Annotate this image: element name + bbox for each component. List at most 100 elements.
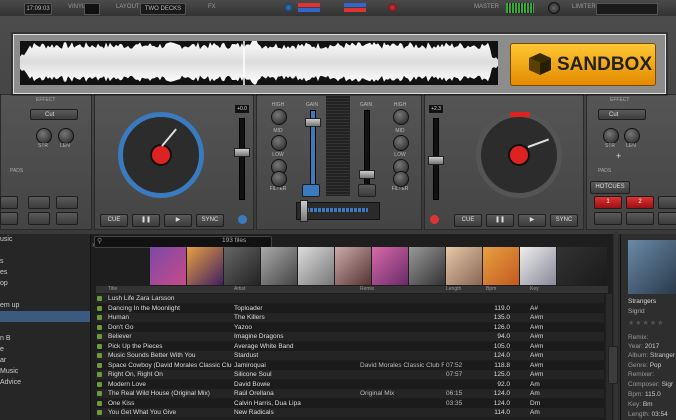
left-sync-button[interactable]: SYNC <box>196 214 224 227</box>
master-knob[interactable] <box>548 2 560 14</box>
table-row[interactable]: The Real Wild House (Original Mix) Raúl O… <box>96 389 604 398</box>
sandbox-button[interactable]: SANDBOX <box>510 43 656 86</box>
column-header-bpm[interactable]: Bpm <box>486 286 496 293</box>
left-pad-c[interactable] <box>56 196 78 209</box>
sidebar-item[interactable]: op <box>0 278 90 289</box>
album-cover[interactable] <box>187 247 223 285</box>
crossfader-handle[interactable] <box>300 200 308 222</box>
waveform-display[interactable] <box>20 39 498 85</box>
table-row[interactable]: Space Cowboy (David Morales Classic Club… <box>96 360 604 370</box>
left-pad-a[interactable] <box>0 196 18 209</box>
right-pitch-fader[interactable] <box>428 156 444 165</box>
album-cover[interactable] <box>335 247 371 285</box>
sidebar-item[interactable]: Music <box>0 366 90 377</box>
column-header-key[interactable]: Key <box>530 286 539 293</box>
left-play-button[interactable]: ▶ <box>164 214 192 227</box>
right-cue-button[interactable]: CUE <box>454 214 482 227</box>
panel-splitter[interactable] <box>614 232 618 420</box>
table-row[interactable]: Don't Go Yazoo 126.0 A#m <box>96 322 604 332</box>
sidebar-item[interactable] <box>0 245 90 256</box>
track-file-icon <box>97 400 102 406</box>
sidebar-item[interactable] <box>0 322 90 333</box>
column-header-artist[interactable]: Artist <box>234 286 245 293</box>
right-add-effect-icon[interactable]: + <box>616 151 621 161</box>
left-deck-select-icon[interactable] <box>238 215 247 224</box>
album-cover[interactable] <box>298 247 334 285</box>
album-cover[interactable] <box>261 247 297 285</box>
right-pause-button[interactable]: ❚❚ <box>486 214 514 227</box>
folder-view-icon[interactable] <box>94 252 144 282</box>
left-cue-button[interactable]: CUE <box>100 214 128 227</box>
table-row[interactable]: Believer Imagine Dragons 94.0 A#m <box>96 332 604 341</box>
right-sync-button[interactable]: SYNC <box>550 214 578 227</box>
sidebar-item[interactable]: n B <box>0 333 90 344</box>
left-filter-knob[interactable] <box>271 171 287 187</box>
table-row[interactable]: Dancing In the Moonlight Toploader 119.0 A# <box>96 303 604 313</box>
sidebar-item[interactable] <box>0 289 90 300</box>
sidebar-item[interactable]: em up <box>0 300 90 311</box>
left-effect-select[interactable]: Cut <box>30 109 78 120</box>
table-row[interactable]: Music Sounds Better With You Stardust 124.… <box>96 351 604 360</box>
right-effect-select[interactable]: Cut <box>598 109 646 120</box>
sidebar-item[interactable]: Advice <box>0 377 90 388</box>
sidebar-item[interactable]: usic <box>0 234 90 245</box>
sidebar-item[interactable]: e <box>0 344 90 355</box>
right-hotcue-6[interactable] <box>626 212 654 225</box>
rating-stars[interactable]: ★★★★★ <box>628 319 664 327</box>
album-cover[interactable] <box>372 247 408 285</box>
left-headphone-button[interactable] <box>302 184 320 197</box>
right-channel-fader[interactable] <box>359 170 375 179</box>
right-hotcue-5[interactable] <box>594 212 622 225</box>
sidebar-item[interactable]: es <box>0 267 90 278</box>
table-row[interactable]: Right On, Right On Silicone Soul 07:57 125.… <box>96 370 604 379</box>
right-filter-knob[interactable] <box>393 171 409 187</box>
album-cover[interactable] <box>446 247 482 285</box>
album-cover[interactable] <box>520 247 556 285</box>
left-pause-button[interactable]: ❚❚ <box>132 214 160 227</box>
info-remixer-row: Remixer: <box>628 371 655 378</box>
table-row[interactable]: Human The Killers 135.0 A#m <box>96 313 604 322</box>
album-cover[interactable] <box>409 247 445 285</box>
sidebar-item[interactable]: ar <box>0 355 90 366</box>
table-row[interactable]: You Get What You Give New Radicals 114.0 Am <box>96 408 604 417</box>
right-hotcue-3[interactable] <box>658 196 676 209</box>
table-row[interactable]: Lush Life Zara Larsson <box>96 294 604 303</box>
right-effect-len-knob[interactable] <box>624 128 640 144</box>
left-high-knob[interactable] <box>271 109 287 125</box>
left-mid-knob[interactable] <box>271 135 287 151</box>
right-pads-mode-select[interactable]: HOTCUES <box>590 181 630 194</box>
right-hotcue-7[interactable] <box>658 212 676 225</box>
right-effect-str-knob[interactable] <box>603 128 619 144</box>
right-level-meter <box>344 3 366 7</box>
right-hotcue-1[interactable]: 1 <box>594 196 622 209</box>
table-row[interactable]: Modern Love David Bowie 92.0 Am <box>96 379 604 389</box>
right-mid-knob[interactable] <box>393 135 409 151</box>
left-pitch-fader[interactable] <box>234 148 250 157</box>
layout-select[interactable]: TWO DECKS <box>140 3 186 15</box>
column-header-length[interactable]: Length <box>446 286 461 293</box>
sidebar-item[interactable]: s <box>0 256 90 267</box>
info-panel-toggle[interactable] <box>608 346 618 384</box>
right-deck-select-icon[interactable] <box>430 215 439 224</box>
album-cover[interactable] <box>483 247 519 285</box>
left-effect-len-knob[interactable] <box>58 128 74 144</box>
album-cover[interactable] <box>224 247 260 285</box>
album-cover[interactable] <box>150 247 186 285</box>
column-header-title[interactable]: Title <box>108 286 117 293</box>
album-cover[interactable] <box>557 247 607 285</box>
table-row[interactable]: One Kiss Calvin Harris, Dua Lipa 03:35 124.… <box>96 398 604 408</box>
vinyl-toggle[interactable] <box>84 3 100 15</box>
sidebar-item[interactable] <box>0 311 90 322</box>
column-header-remix[interactable]: Remix <box>360 286 374 293</box>
left-pad-e[interactable] <box>28 212 50 225</box>
table-row[interactable]: Pick Up the Pieces Average White Band 105.… <box>96 341 604 351</box>
right-hotcue-2[interactable]: 2 <box>626 196 654 209</box>
right-play-button[interactable]: ▶ <box>518 214 546 227</box>
right-high-knob[interactable] <box>393 109 409 125</box>
left-pad-b[interactable] <box>28 196 50 209</box>
left-channel-fader[interactable] <box>305 118 321 127</box>
left-pad-d[interactable] <box>0 212 18 225</box>
left-effect-str-knob[interactable] <box>36 128 52 144</box>
right-headphone-button[interactable] <box>358 184 376 197</box>
left-pad-f[interactable] <box>56 212 78 225</box>
